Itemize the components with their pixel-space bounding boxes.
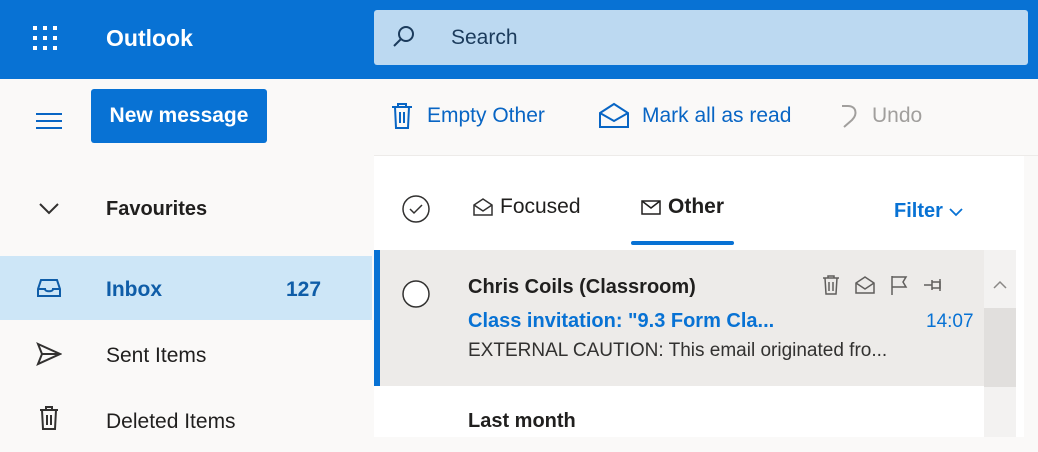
inbox-icon — [36, 275, 62, 301]
app-launcher-icon[interactable] — [31, 24, 59, 52]
message-preview: EXTERNAL CAUTION: This email originated … — [468, 340, 888, 361]
new-message-button[interactable]: New message — [91, 89, 267, 143]
empty-other-label: Empty Other — [427, 104, 545, 127]
message-subject: Class invitation: "9.3 Form Cla... — [468, 310, 775, 332]
nav-item-sent[interactable]: Sent Items — [0, 322, 372, 386]
search-placeholder: Search — [451, 26, 518, 49]
empty-other-button[interactable]: Empty Other — [389, 102, 545, 130]
chevron-down-icon — [943, 207, 963, 217]
search-input[interactable]: Search — [374, 10, 1028, 65]
nav-item-label: Deleted Items — [106, 410, 236, 433]
mark-all-read-label: Mark all as read — [642, 104, 792, 127]
group-header: Last month — [468, 410, 576, 432]
undo-button[interactable]: Undo — [838, 102, 922, 130]
undo-label: Undo — [872, 104, 923, 127]
mark-all-read-button[interactable]: Mark all as read — [598, 102, 791, 130]
tab-selected-indicator — [631, 241, 734, 245]
nav-item-label: Inbox — [106, 278, 162, 301]
tab-other-label: Other — [668, 195, 725, 218]
scrollbar[interactable] — [984, 250, 1016, 437]
message-select-checkbox[interactable] — [400, 278, 432, 310]
nav-item-inbox[interactable]: Inbox 127 — [0, 256, 372, 320]
trash-icon — [36, 405, 62, 431]
pin-icon[interactable] — [922, 274, 944, 296]
focused-icon — [472, 197, 494, 217]
chevron-down-icon — [38, 202, 60, 216]
scroll-thumb[interactable] — [984, 308, 1016, 387]
unread-count: 127 — [286, 278, 322, 301]
message-sender: Chris Coils (Classroom) — [468, 276, 696, 298]
trash-icon — [389, 102, 415, 130]
envelope-open-icon — [598, 102, 630, 130]
delete-icon[interactable] — [820, 274, 842, 296]
tab-focused[interactable]: Focused — [472, 195, 581, 219]
message-time: 14:07 — [926, 311, 974, 332]
favourites-label: Favourites — [106, 198, 208, 220]
message-row[interactable]: Chris Coils (Classroom) Class invitation… — [374, 250, 984, 386]
scroll-up-icon[interactable] — [993, 280, 1007, 290]
favourites-header[interactable]: Favourites — [0, 178, 372, 238]
filter-button[interactable]: Filter — [894, 200, 963, 223]
selected-indicator — [374, 250, 380, 386]
send-icon — [36, 341, 62, 367]
tab-focused-label: Focused — [500, 195, 581, 218]
top-bar: Outlook Search — [0, 0, 1038, 79]
mark-read-icon[interactable] — [854, 274, 876, 296]
app-title[interactable]: Outlook — [106, 25, 193, 52]
search-icon — [392, 25, 416, 49]
flag-icon[interactable] — [888, 274, 910, 296]
undo-icon — [838, 102, 860, 130]
nav-item-deleted[interactable]: Deleted Items — [0, 388, 372, 452]
nav-item-label: Sent Items — [106, 344, 207, 367]
tab-other[interactable]: Other — [640, 195, 724, 219]
menu-icon[interactable] — [36, 110, 62, 132]
filter-label: Filter — [894, 200, 943, 222]
message-quick-actions — [820, 274, 956, 296]
select-all-checkbox[interactable] — [400, 193, 432, 225]
other-icon — [640, 197, 662, 217]
